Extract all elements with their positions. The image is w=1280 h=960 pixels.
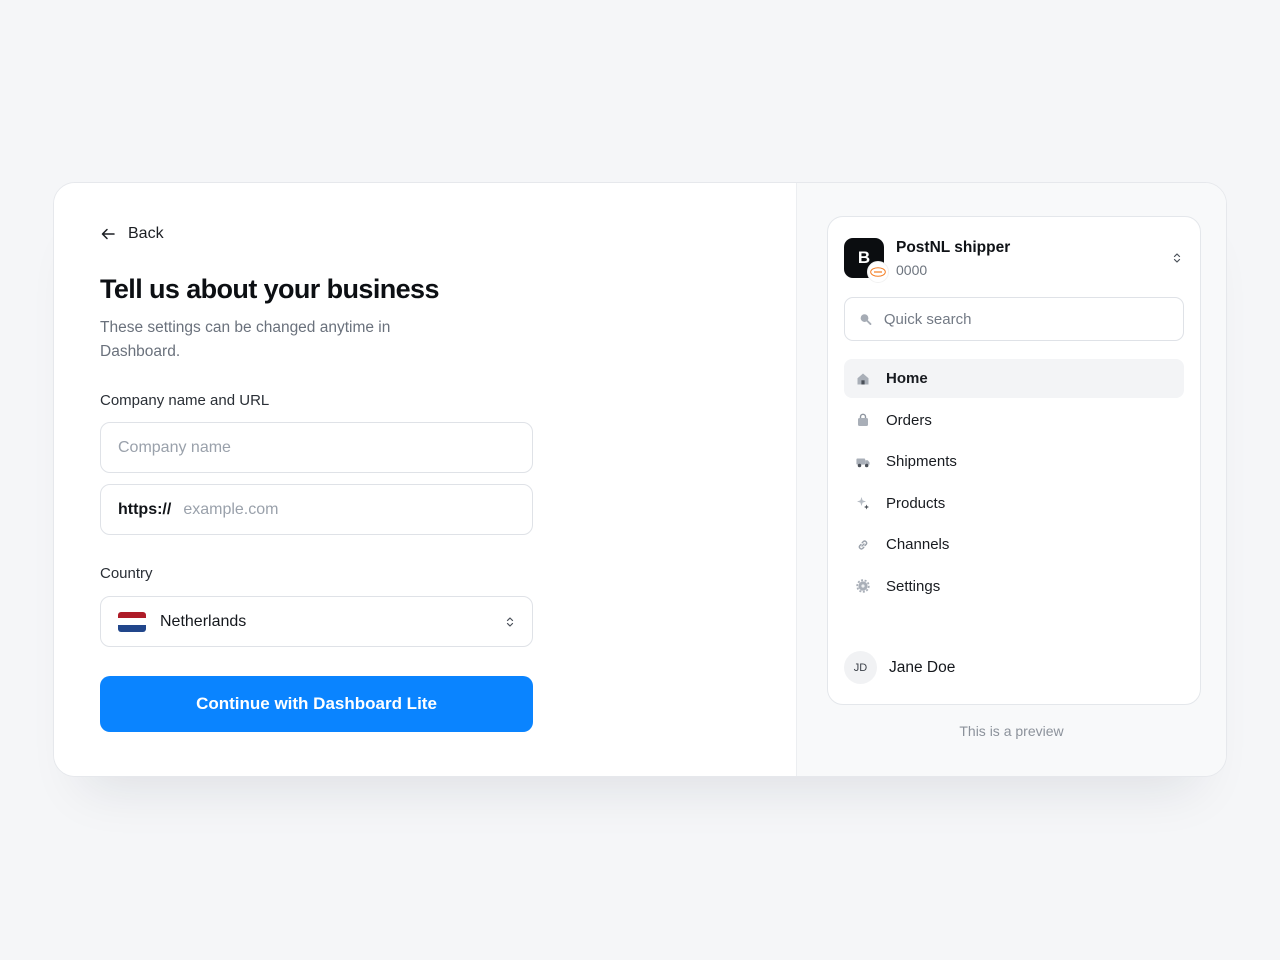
quick-search[interactable] xyxy=(844,297,1184,341)
country-select[interactable]: Netherlands xyxy=(100,596,533,647)
home-icon xyxy=(856,372,870,386)
dashboard-preview: B PostNL shipper 0000 Quick search Home … xyxy=(827,216,1201,705)
company-name-field[interactable] xyxy=(100,422,533,473)
sidebar-item-shipments[interactable]: Shipments xyxy=(844,442,1184,481)
business-form-panel: Back Tell us about your business These s… xyxy=(54,183,796,776)
sidebar-item-channels[interactable]: Channels xyxy=(844,525,1184,564)
sidebar-item-label: Orders xyxy=(886,411,932,429)
sparkle-icon xyxy=(856,496,870,510)
dashboard-preview-panel: B PostNL shipper 0000 Quick search Home … xyxy=(796,183,1226,776)
continue-button[interactable]: Continue with Dashboard Lite xyxy=(100,676,533,732)
country-select-value: Netherlands xyxy=(118,611,247,632)
sidebar-item-label: Settings xyxy=(886,577,941,595)
user-name: Jane Doe xyxy=(889,658,956,676)
url-field[interactable]: https:// xyxy=(100,484,533,535)
back-label: Back xyxy=(128,225,164,242)
page-title: Tell us about your business xyxy=(100,274,439,304)
country-label: Country xyxy=(100,565,153,582)
url-input[interactable] xyxy=(183,500,515,519)
truck-icon xyxy=(856,455,870,469)
sidebar-item-label: Shipments xyxy=(886,453,957,470)
back-link[interactable]: Back xyxy=(100,225,164,243)
sidebar-item-label: Home xyxy=(886,370,928,387)
company-section-label: Company name and URL xyxy=(100,392,270,409)
sidebar-item-products[interactable]: Products xyxy=(844,484,1184,523)
sidebar-item-orders[interactable]: Orders xyxy=(844,401,1184,440)
country-value: Netherlands xyxy=(160,612,247,630)
sidebar-nav: Home Orders Shipments Products Channels … xyxy=(844,359,1184,608)
chevron-up-down-icon xyxy=(506,616,514,627)
quick-search-input[interactable] xyxy=(883,310,1169,328)
link-icon xyxy=(856,538,870,552)
onboarding-card: Back Tell us about your business These s… xyxy=(53,182,1227,777)
gear-icon xyxy=(856,579,870,593)
sidebar-item-settings[interactable]: Settings xyxy=(844,567,1184,606)
user-profile[interactable]: JD Jane Doe xyxy=(844,651,955,684)
sidebar-item-label: Channels xyxy=(886,536,950,553)
avatar: JD xyxy=(844,651,877,684)
account-logo: B xyxy=(844,238,889,283)
url-prefix: https:// xyxy=(118,500,172,518)
sidebar-item-home[interactable]: Home xyxy=(844,359,1184,398)
account-name: PostNL shipper xyxy=(896,238,1011,256)
search-icon xyxy=(860,314,872,325)
account-info: PostNL shipper 0000 xyxy=(896,239,1172,278)
postnl-badge-icon xyxy=(867,261,889,283)
account-id: 0000 xyxy=(896,261,928,278)
account-switcher[interactable]: B PostNL shipper 0000 xyxy=(844,237,1184,283)
preview-note: This is a preview xyxy=(959,723,1064,739)
netherlands-flag-icon xyxy=(118,611,146,632)
sidebar-item-label: Products xyxy=(886,494,946,512)
arrow-left-icon xyxy=(101,228,115,240)
page-subtitle: These settings can be changed anytime in… xyxy=(100,319,391,360)
company-name-input[interactable] xyxy=(118,438,515,457)
chevron-up-down-icon xyxy=(1173,253,1181,263)
shopping-bag-icon xyxy=(856,413,870,427)
